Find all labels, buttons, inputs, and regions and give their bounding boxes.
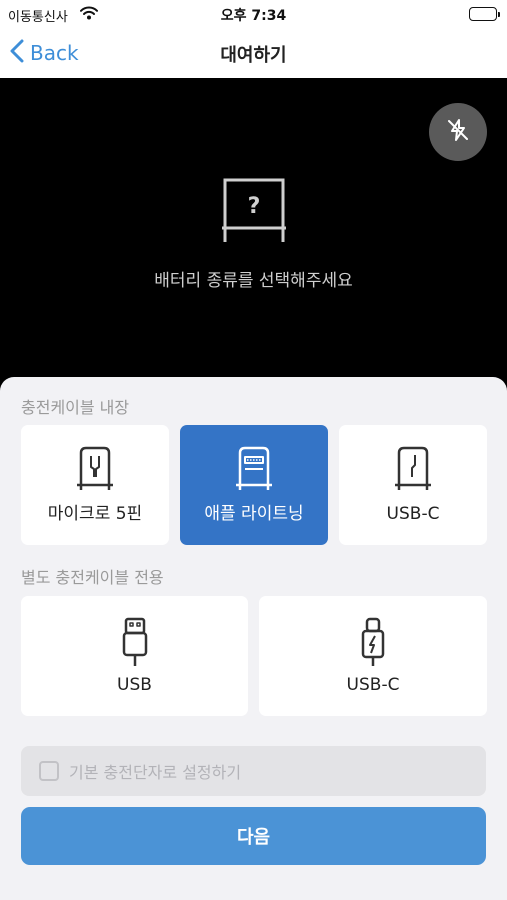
option-usb-c-builtin[interactable]: USB-C — [339, 425, 487, 545]
next-button[interactable]: 다음 — [21, 807, 486, 865]
status-time: 오후 7:34 — [220, 8, 287, 24]
battery-icon — [469, 7, 500, 21]
option-label: 마이크로 5핀 — [47, 504, 143, 524]
flash-off-icon — [445, 117, 471, 147]
status-bar: 이동통신사 오후 7:34 — [0, 0, 507, 30]
built-in-section-label: 충전케이블 내장 — [21, 398, 130, 417]
usb-c-icon — [356, 616, 390, 672]
micro-5pin-icon — [75, 445, 115, 495]
option-micro-5pin[interactable]: 마이크로 5핀 — [21, 425, 169, 545]
usb-c-builtin-icon — [393, 445, 433, 495]
page-title: 대여하기 — [220, 45, 287, 66]
next-button-label: 다음 — [236, 827, 271, 848]
default-connector-label: 기본 충전단자로 설정하기 — [69, 763, 242, 782]
flash-toggle-button[interactable] — [429, 103, 487, 161]
default-connector-toggle[interactable]: 기본 충전단자로 설정하기 — [21, 746, 486, 796]
option-usb-c[interactable]: USB-C — [259, 596, 487, 716]
usb-icon — [118, 616, 152, 672]
svg-text:?: ? — [248, 194, 261, 219]
navigation-bar: Back 대여하기 — [0, 30, 507, 78]
battery-type-sheet: 충전케이블 내장 마이크로 5핀 애플 라이트닝 USB-C 별도 충전케이블 … — [0, 377, 507, 900]
option-label: USB-C — [386, 504, 440, 524]
apple-lightning-icon — [234, 445, 274, 495]
separate-section-label: 별도 충전케이블 전용 — [21, 568, 164, 587]
camera-prompt: 배터리 종류를 선택해주세요 — [154, 271, 353, 291]
option-usb[interactable]: USB — [21, 596, 248, 716]
option-label: USB-C — [346, 675, 400, 695]
option-label: 애플 라이트닝 — [204, 504, 304, 524]
camera-preview: ? 배터리 종류를 선택해주세요 — [0, 78, 507, 398]
default-connector-checkbox[interactable] — [39, 761, 59, 781]
option-apple-lightning[interactable]: 애플 라이트닝 — [180, 425, 328, 545]
option-label: USB — [117, 675, 152, 695]
question-icon: ? — [219, 176, 289, 250]
